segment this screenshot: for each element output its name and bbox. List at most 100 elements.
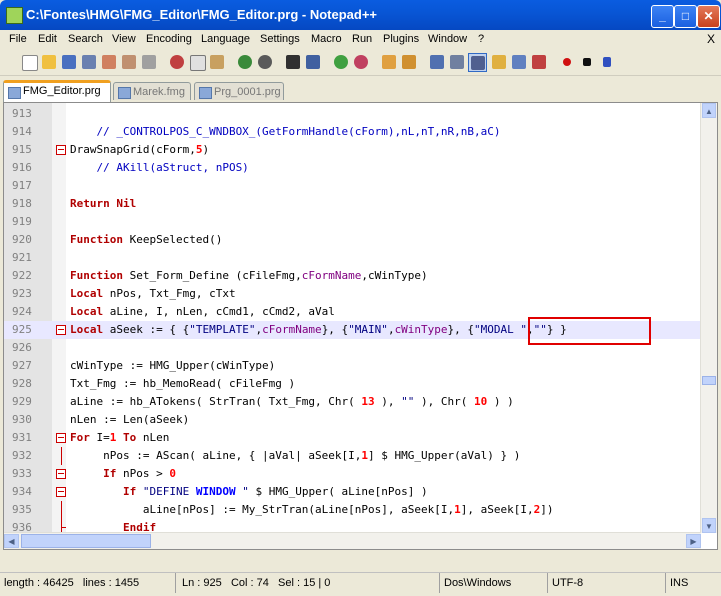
status-eol-format[interactable]: Dos\Windows: [440, 573, 548, 593]
function-list-icon[interactable]: [530, 53, 548, 71]
print-icon[interactable]: [140, 53, 158, 71]
fold-toggle-icon[interactable]: [56, 433, 66, 443]
line-number: 925: [12, 323, 32, 336]
indent-guide-icon[interactable]: [468, 53, 487, 72]
line-number: 922: [12, 269, 32, 282]
close-button[interactable]: ✕: [697, 5, 720, 28]
code-line[interactable]: 935 aLine[nPos] := My_StrTran(aLine[nPos…: [4, 501, 702, 519]
code-line[interactable]: 931 For I=1 To nLen: [4, 429, 702, 447]
sync-horizontal-icon[interactable]: [400, 53, 418, 71]
line-number: 930: [12, 413, 32, 426]
line-number: 918: [12, 197, 32, 210]
close-file-icon[interactable]: [100, 53, 118, 71]
menu-language[interactable]: Language: [201, 33, 250, 45]
code-line[interactable]: 916 // AKill(aStruct, nPOS): [4, 159, 702, 177]
menu-view[interactable]: View: [112, 33, 136, 45]
language-udl-icon[interactable]: [490, 53, 508, 71]
code-line[interactable]: 934 If "DEFINE WINDOW " $ HMG_Upper( aLi…: [4, 483, 702, 501]
code-text: Local aSeek := { {"TEMPLATE",cFormName},…: [70, 323, 567, 336]
save-icon[interactable]: [60, 53, 78, 71]
code-line[interactable]: 933 If nPos > 0: [4, 465, 702, 483]
tab-fmg-editor-prg[interactable]: FMG_Editor.prg: [3, 80, 111, 102]
code-line[interactable]: 921: [4, 249, 702, 267]
code-text: Return Nil: [70, 197, 137, 210]
code-line[interactable]: 919: [4, 213, 702, 231]
code-line[interactable]: 923 Local nPos, Txt_Fmg, cTxt: [4, 285, 702, 303]
line-number: 931: [12, 431, 32, 444]
tab-bar: FMG_Editor.prg Marek.fmg Prg_0001.prg: [0, 78, 721, 102]
status-encoding[interactable]: UTF-8: [548, 573, 666, 593]
code-line[interactable]: 928 Txt_Fmg := hb_MemoRead( cFileFmg ): [4, 375, 702, 393]
copy-icon[interactable]: [188, 53, 206, 71]
code-text: aLine := hb_ATokens( StrTran( Txt_Fmg, C…: [70, 395, 514, 408]
paste-icon[interactable]: [208, 53, 226, 71]
minimize-button[interactable]: _: [651, 5, 674, 28]
fold-toggle-icon[interactable]: [56, 145, 66, 155]
menu-settings[interactable]: Settings: [260, 33, 300, 45]
menu-window[interactable]: Window: [428, 33, 467, 45]
horizontal-scroll-thumb[interactable]: [21, 534, 151, 548]
vertical-scrollbar[interactable]: ▲ ▼: [700, 103, 717, 533]
sync-vertical-icon[interactable]: [380, 53, 398, 71]
close-all-icon[interactable]: [120, 53, 138, 71]
document-close-x[interactable]: X: [707, 32, 715, 46]
code-line[interactable]: 913: [4, 105, 702, 123]
fold-toggle-icon[interactable]: [56, 325, 66, 335]
undo-icon[interactable]: [236, 53, 254, 71]
fold-guide-line: [61, 447, 62, 465]
menu-macro[interactable]: Macro: [311, 33, 342, 45]
word-wrap-icon[interactable]: [428, 53, 446, 71]
record-macro-icon[interactable]: [558, 53, 576, 71]
menu-edit[interactable]: Edit: [38, 33, 57, 45]
line-number: 929: [12, 395, 32, 408]
code-line[interactable]: 932 nPos := AScan( aLine, { |aVal| aSeek…: [4, 447, 702, 465]
redo-icon[interactable]: [256, 53, 274, 71]
code-line[interactable]: 918 Return Nil: [4, 195, 702, 213]
vertical-scroll-thumb[interactable]: [702, 376, 716, 385]
zoom-in-icon[interactable]: [332, 53, 350, 71]
code-text: If "DEFINE WINDOW " $ HMG_Upper( aLine[n…: [122, 485, 428, 498]
window-title: C:\Fontes\HMG\FMG_Editor\FMG_Editor.prg …: [26, 7, 378, 22]
fold-toggle-icon[interactable]: [56, 469, 66, 479]
doc-map-icon[interactable]: [510, 53, 528, 71]
maximize-button[interactable]: □: [674, 5, 697, 28]
zoom-out-icon[interactable]: [352, 53, 370, 71]
open-file-icon[interactable]: [40, 53, 58, 71]
horizontal-scrollbar[interactable]: ◀ ▶: [4, 532, 701, 549]
save-all-icon[interactable]: [80, 53, 98, 71]
menu-search[interactable]: Search: [68, 33, 103, 45]
menu-help[interactable]: ?: [478, 33, 484, 45]
menu-plugins[interactable]: Plugins: [383, 33, 419, 45]
new-file-icon[interactable]: [20, 53, 38, 71]
code-line[interactable]: 922 Function Set_Form_Define (cFileFmg,cF…: [4, 267, 702, 285]
play-macro-icon[interactable]: [598, 53, 616, 71]
show-all-chars-icon[interactable]: [448, 53, 466, 71]
cut-icon[interactable]: [168, 53, 186, 71]
code-line[interactable]: 920 Function KeepSelected(): [4, 231, 702, 249]
menu-run[interactable]: Run: [352, 33, 372, 45]
scroll-left-arrow-icon[interactable]: ◀: [4, 534, 19, 548]
menu-encoding[interactable]: Encoding: [146, 33, 192, 45]
code-line[interactable]: 915 DrawSnapGrid(cForm,5): [4, 141, 702, 159]
menu-file[interactable]: File: [9, 33, 27, 45]
replace-icon[interactable]: [304, 53, 322, 71]
scroll-up-arrow-icon[interactable]: ▲: [702, 103, 716, 118]
line-number: 927: [12, 359, 32, 372]
fold-toggle-icon[interactable]: [56, 487, 66, 497]
code-line[interactable]: 930 nLen := Len(aSeek): [4, 411, 702, 429]
code-editor[interactable]: 913 914 // _CONTROLPOS_C_WNDBOX_(GetFormH…: [3, 102, 718, 550]
tab-prg-0001-prg[interactable]: Prg_0001.prg: [194, 82, 284, 100]
code-text: Local aLine, I, nLen, cCmd1, cCmd2, aVal: [70, 305, 335, 318]
stop-macro-icon[interactable]: [578, 53, 596, 71]
find-icon[interactable]: [284, 53, 302, 71]
code-text: Txt_Fmg := hb_MemoRead( cFileFmg ): [70, 377, 296, 390]
code-line[interactable]: 917: [4, 177, 702, 195]
menu-bar: File Edit Search View Encoding Language …: [0, 30, 721, 49]
tab-marek-fmg[interactable]: Marek.fmg: [113, 82, 191, 100]
code-line[interactable]: 929 aLine := hb_ATokens( StrTran( Txt_Fmg…: [4, 393, 702, 411]
scroll-down-arrow-icon[interactable]: ▼: [702, 518, 716, 533]
code-line[interactable]: 914 // _CONTROLPOS_C_WNDBOX_(GetFormHand…: [4, 123, 702, 141]
line-number: 926: [12, 341, 32, 354]
code-line[interactable]: 927 cWinType := HMG_Upper(cWinType): [4, 357, 702, 375]
scroll-right-arrow-icon[interactable]: ▶: [686, 534, 701, 548]
